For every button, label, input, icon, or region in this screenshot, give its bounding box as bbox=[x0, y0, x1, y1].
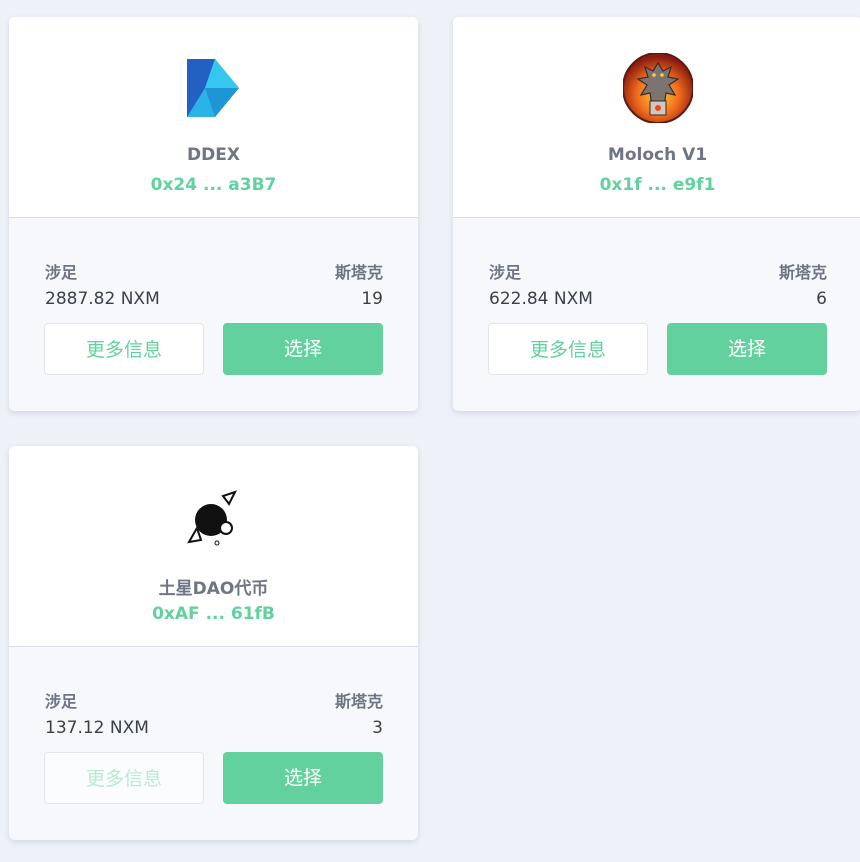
protocol-card-moloch: Moloch V1 0x1f ... e9f1 涉足 斯塔克 622.84 NX… bbox=[453, 17, 860, 411]
select-button[interactable]: 选择 bbox=[667, 323, 827, 375]
more-info-button[interactable]: 更多信息 bbox=[488, 323, 648, 375]
ddex-logo-icon bbox=[186, 59, 239, 117]
protocol-name: Moloch V1 bbox=[607, 145, 708, 165]
staked-value: 622.84 NXM bbox=[489, 289, 593, 309]
more-info-button[interactable]: 更多信息 bbox=[44, 323, 204, 375]
stakers-value: 3 bbox=[372, 718, 383, 738]
protocol-address-link[interactable]: 0x1f ... e9f1 bbox=[453, 175, 860, 195]
card-header: DDEX 0x24 ... a3B7 bbox=[9, 17, 418, 218]
stakers-label: 斯塔克 bbox=[334, 692, 383, 711]
stakers-value: 6 bbox=[816, 289, 827, 309]
protocol-card-saturn-dao: 土星DAO代币 0xAF ... 61fB 涉足 斯塔克 137.12 NXM … bbox=[9, 446, 418, 840]
stakers-label: 斯塔克 bbox=[334, 263, 383, 282]
staked-label: 涉足 bbox=[45, 692, 78, 711]
select-button[interactable]: 选择 bbox=[223, 323, 383, 375]
select-button[interactable]: 选择 bbox=[223, 752, 383, 804]
card-stats: 涉足 斯塔克 2887.82 NXM 19 bbox=[45, 259, 383, 319]
staked-label: 涉足 bbox=[489, 263, 522, 282]
protocol-name: DDEX bbox=[187, 145, 240, 165]
staked-label: 涉足 bbox=[45, 263, 78, 282]
saturn-dao-logo-icon bbox=[186, 490, 237, 546]
protocol-card-ddex: DDEX 0x24 ... a3B7 涉足 斯塔克 2887.82 NXM 19… bbox=[9, 17, 418, 411]
stakers-label: 斯塔克 bbox=[778, 263, 827, 282]
card-header: Moloch V1 0x1f ... e9f1 bbox=[453, 17, 860, 218]
protocol-name: 土星DAO代币 bbox=[158, 579, 269, 599]
more-info-button[interactable]: 更多信息 bbox=[44, 752, 204, 804]
protocol-grid: DDEX 0x24 ... a3B7 涉足 斯塔克 2887.82 NXM 19… bbox=[0, 0, 860, 862]
staked-value: 137.12 NXM bbox=[45, 718, 149, 738]
protocol-address-link[interactable]: 0x24 ... a3B7 bbox=[9, 175, 418, 195]
card-stats: 涉足 斯塔克 622.84 NXM 6 bbox=[489, 259, 827, 319]
moloch-logo-icon bbox=[622, 53, 693, 123]
card-header: 土星DAO代币 0xAF ... 61fB bbox=[9, 446, 418, 647]
card-stats: 涉足 斯塔克 137.12 NXM 3 bbox=[45, 688, 383, 748]
protocol-address-link[interactable]: 0xAF ... 61fB bbox=[9, 604, 418, 624]
stakers-value: 19 bbox=[361, 289, 383, 309]
staked-value: 2887.82 NXM bbox=[45, 289, 160, 309]
